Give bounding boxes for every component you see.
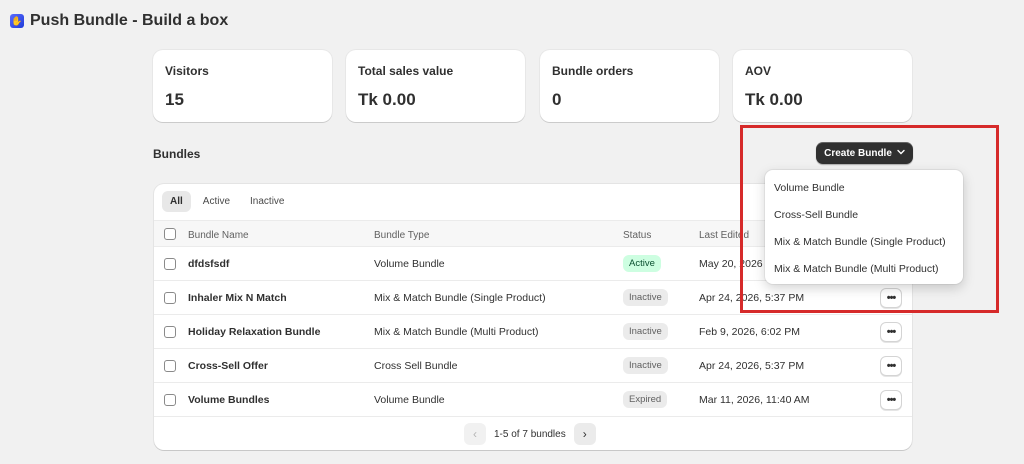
page-title: Push Bundle - Build a box — [30, 12, 229, 29]
more-actions-button[interactable]: ••• — [880, 356, 902, 376]
column-header-status[interactable]: Status — [623, 230, 651, 241]
bundles-section-title: Bundles — [153, 147, 201, 161]
status-badge: Inactive — [623, 323, 668, 340]
row-checkbox[interactable] — [164, 326, 176, 338]
status-badge: Active — [623, 255, 661, 272]
bundle-type: Volume Bundle — [374, 394, 445, 406]
row-checkbox[interactable] — [164, 394, 176, 406]
last-edited: Apr 24, 2026, 5:37 PM — [699, 360, 805, 372]
bundle-type: Mix & Match Bundle (Single Product) — [374, 292, 546, 304]
row-checkbox[interactable] — [164, 258, 176, 270]
bundle-type: Mix & Match Bundle (Multi Product) — [374, 326, 539, 338]
column-header-last-edited[interactable]: Last Edited — [699, 230, 749, 241]
table-row[interactable]: Inhaler Mix N Match Mix & Match Bundle (… — [154, 281, 912, 315]
status-badge: Expired — [623, 391, 668, 408]
bundle-name[interactable]: Volume Bundles — [188, 394, 269, 406]
create-bundle-dropdown: Volume Bundle Cross-Sell Bundle Mix & Ma… — [765, 170, 963, 284]
stat-value: Tk 0.00 — [745, 90, 803, 109]
status-badge: Inactive — [623, 289, 668, 306]
stat-value: 0 — [552, 90, 562, 109]
bundle-type: Cross Sell Bundle — [374, 360, 458, 372]
row-checkbox[interactable] — [164, 292, 176, 304]
filter-tabs: All Active Inactive — [162, 191, 292, 212]
tab-active[interactable]: Active — [195, 191, 238, 212]
column-header-type[interactable]: Bundle Type — [374, 230, 429, 241]
more-actions-button[interactable]: ••• — [880, 288, 902, 308]
bundle-name[interactable]: Holiday Relaxation Bundle — [188, 326, 320, 338]
row-checkbox[interactable] — [164, 360, 176, 372]
last-edited: May 20, 2026 — [699, 258, 763, 270]
table-row[interactable]: Cross-Sell Offer Cross Sell Bundle Inact… — [154, 349, 912, 383]
pagination-label: 1-5 of 7 bundles — [494, 428, 566, 440]
more-actions-button[interactable]: ••• — [880, 322, 902, 342]
stat-card-aov: AOV Tk 0.00 — [733, 50, 912, 122]
select-all-checkbox[interactable] — [164, 228, 176, 240]
bundle-name[interactable]: Inhaler Mix N Match — [188, 292, 287, 304]
stat-value: 15 — [165, 90, 184, 109]
chevron-right-icon[interactable]: › — [573, 423, 596, 445]
pagination: ‹ 1-5 of 7 bundles › — [464, 423, 596, 445]
stat-label: Bundle orders — [552, 64, 634, 78]
create-bundle-label: Create Bundle — [824, 147, 892, 159]
stat-label: AOV — [745, 64, 772, 78]
bundle-name[interactable]: dfdsfsdf — [188, 258, 229, 270]
more-actions-button[interactable]: ••• — [880, 390, 902, 410]
last-edited: Apr 24, 2026, 5:37 PM — [699, 292, 805, 304]
menu-item-mix-match-multi[interactable]: Mix & Match Bundle (Multi Product) — [765, 255, 963, 282]
last-edited: Mar 11, 2026, 11:40 AM — [699, 394, 810, 406]
stat-card-total-sales: Total sales value Tk 0.00 — [346, 50, 525, 122]
bundle-type: Volume Bundle — [374, 258, 445, 270]
menu-item-mix-match-single[interactable]: Mix & Match Bundle (Single Product) — [765, 228, 963, 255]
stat-value: Tk 0.00 — [358, 90, 416, 109]
stat-label: Visitors — [165, 64, 209, 78]
stat-label: Total sales value — [358, 64, 454, 78]
tab-inactive[interactable]: Inactive — [242, 191, 292, 212]
table-row[interactable]: Holiday Relaxation Bundle Mix & Match Bu… — [154, 315, 912, 349]
bundle-name[interactable]: Cross-Sell Offer — [188, 360, 268, 372]
last-edited: Feb 9, 2026, 6:02 PM — [699, 326, 800, 338]
app-logo-icon: ✋ — [10, 14, 24, 28]
chevron-left-icon[interactable]: ‹ — [464, 423, 486, 445]
menu-item-cross-sell-bundle[interactable]: Cross-Sell Bundle — [765, 201, 963, 228]
menu-item-volume-bundle[interactable]: Volume Bundle — [765, 174, 963, 201]
column-header-name[interactable]: Bundle Name — [188, 230, 249, 241]
tab-all[interactable]: All — [162, 191, 191, 212]
status-badge: Inactive — [623, 357, 668, 374]
app-header: ✋ Push Bundle - Build a box — [10, 12, 228, 30]
create-bundle-button[interactable]: Create Bundle — [816, 142, 913, 164]
chevron-down-icon — [897, 149, 905, 157]
table-row[interactable]: Volume Bundles Volume Bundle Expired Mar… — [154, 383, 912, 417]
stat-card-visitors: Visitors 15 — [153, 50, 332, 122]
stat-card-bundle-orders: Bundle orders 0 — [540, 50, 719, 122]
